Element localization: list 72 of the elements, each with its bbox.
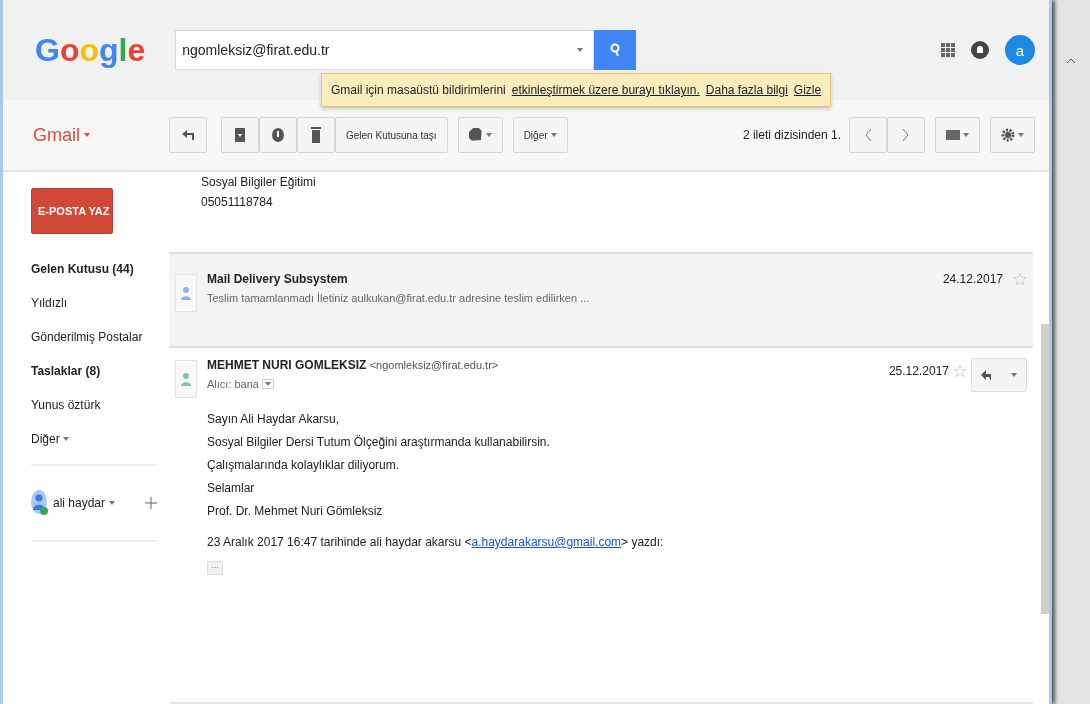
chevron-left-icon xyxy=(865,129,871,141)
chevron-right-icon xyxy=(903,129,909,141)
star-icon[interactable] xyxy=(953,364,967,378)
caret-icon xyxy=(265,382,271,386)
message-date: 25.12.2017 xyxy=(888,364,949,378)
message-text: 05051118784 xyxy=(200,194,274,211)
caret-icon xyxy=(550,133,557,137)
account-avatar[interactable]: a xyxy=(1005,35,1035,65)
folder-link[interactable]: Yunus öztürk xyxy=(31,388,163,422)
folder-link[interactable]: Taslaklar (8) xyxy=(31,354,163,388)
show-trimmed-button[interactable]: ··· xyxy=(207,561,223,575)
compose-button[interactable]: E-POSTA YAZ xyxy=(31,188,113,234)
star-icon[interactable] xyxy=(1013,272,1027,286)
more-button[interactable]: Diğer xyxy=(512,117,568,153)
collapsed-message[interactable]: Mail Delivery Subsystem Teslim tamamlanmadı İletiniz aulkukan@firat.edu.tr adresine teslim edilirken ... 24.12.2017 xyxy=(169,252,1033,348)
hide-link[interactable]: Gizle xyxy=(793,83,822,97)
more-folders-link[interactable]: Diğer xyxy=(31,422,163,456)
archive-icon xyxy=(235,128,245,142)
quote-header: 23 Aralık 2017 16:47 tarihinde ali haydar akarsu <a.haydarakarsu@gmail.com> yazdı: xyxy=(207,535,665,549)
reply-button[interactable] xyxy=(971,358,1027,392)
learn-more-link[interactable]: Daha fazla bilgi xyxy=(705,83,788,97)
search-icon xyxy=(609,43,622,57)
folder-link[interactable]: Gönderilmiş Postalar xyxy=(31,320,163,354)
reply-icon xyxy=(182,130,194,140)
thread-count: 2 ileti dizisinden 1. xyxy=(742,128,841,142)
search-field[interactable]: ngomleksiz@firat.edu.tr xyxy=(175,30,595,70)
tag-icon xyxy=(468,128,483,142)
message-text: Prof. Dr. Mehmet Nuri Gömleksiz xyxy=(207,503,384,520)
move-to-inbox-button[interactable]: Gelen Kutusuna taşı xyxy=(335,117,448,153)
chevron-up-icon[interactable] xyxy=(1067,58,1075,64)
folder-link[interactable]: Gelen Kutusu (44) xyxy=(31,252,163,286)
caret-icon xyxy=(485,133,492,137)
caret-icon xyxy=(109,501,116,505)
caret-icon xyxy=(63,437,70,441)
delete-button[interactable] xyxy=(297,117,335,153)
sender-name: Mail Delivery Subsystem xyxy=(207,272,349,286)
message-text: Selamlar xyxy=(207,480,256,497)
account-name[interactable]: ali haydar xyxy=(53,496,106,510)
input-tools-button[interactable] xyxy=(935,117,980,153)
spam-icon xyxy=(272,128,284,142)
caret-icon xyxy=(963,133,969,137)
message-text: Sayın Ali Haydar Akarsu, xyxy=(207,411,341,428)
enable-notifications-link[interactable]: etkinleştirmek üzere burayı tıklayın. xyxy=(511,83,700,97)
keyboard-icon xyxy=(946,130,960,140)
message-snippet: Teslim tamamlanmadı İletiniz aulkukan@firat.edu.tr adresine teslim edilirken ... xyxy=(207,292,591,304)
search-button[interactable] xyxy=(594,30,637,70)
message-text: Sosyal Bilgiler Dersi Tutum Ölçeğini araştırmanda kullanabilirsin. xyxy=(207,434,551,451)
reply-icon xyxy=(981,369,993,381)
folder-link[interactable]: Yıldızlı xyxy=(31,286,163,320)
scrollbar-thumb[interactable] xyxy=(1041,324,1049,614)
add-icon[interactable] xyxy=(145,497,157,509)
settings-icon xyxy=(1001,128,1015,142)
caret-icon xyxy=(1011,373,1017,377)
apps-grid-icon[interactable] xyxy=(941,43,955,57)
message-text: Sosyal Bilgiler Eğitimi xyxy=(200,174,317,191)
gmail-menu[interactable]: Gmail xyxy=(33,124,169,146)
caret-icon xyxy=(577,48,584,52)
caret-icon xyxy=(84,133,90,137)
spam-button[interactable] xyxy=(259,117,297,153)
caret-icon xyxy=(1018,133,1024,137)
sender-name: MEHMET NURI GOMLEKSIZ <ngomleksiz@firat.edu.tr> xyxy=(207,358,500,372)
recipient-details[interactable]: Alıcı: bana xyxy=(207,378,879,390)
message-text: Çalışmalarında kolaylıklar diliyorum. xyxy=(207,457,401,474)
reply-button[interactable] xyxy=(169,117,207,153)
trash-icon xyxy=(311,127,321,143)
settings-button[interactable] xyxy=(990,117,1035,153)
notification-text: Gmail için masaüstü bildirimlerini xyxy=(331,83,506,97)
archive-button[interactable] xyxy=(221,117,259,153)
message-date: 24.12.2017 xyxy=(942,272,1003,286)
labels-button[interactable] xyxy=(457,117,503,153)
email-link[interactable]: a.haydarakarsu@gmail.com xyxy=(471,535,622,549)
notification-bell-icon[interactable] xyxy=(971,41,989,59)
